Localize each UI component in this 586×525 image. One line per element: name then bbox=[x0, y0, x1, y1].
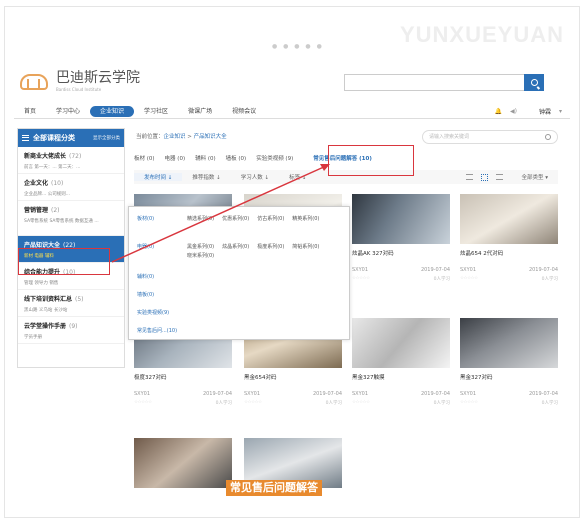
annotation-arrow bbox=[111, 164, 330, 263]
annotation-banner: 常见售后问题解答 bbox=[226, 480, 322, 496]
